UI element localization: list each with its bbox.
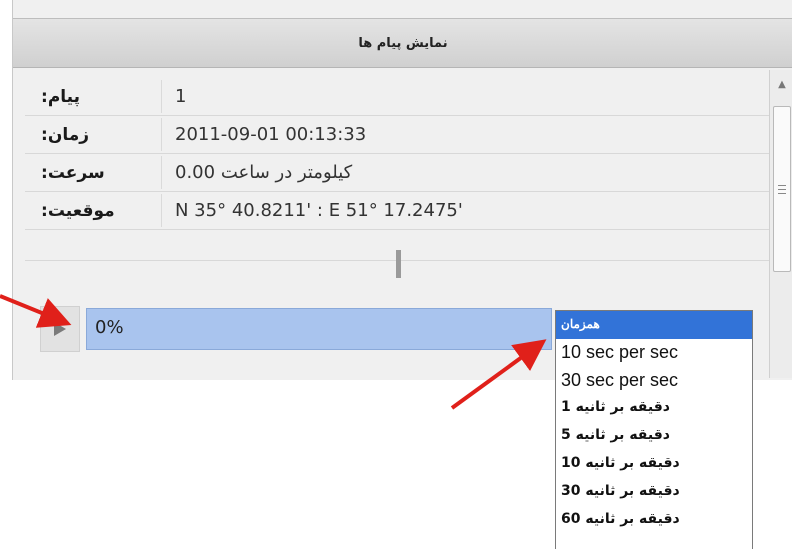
arrow-to-dropdown-icon	[450, 339, 547, 410]
arrow-to-play-icon	[0, 294, 72, 328]
annotation-arrows	[0, 294, 547, 410]
